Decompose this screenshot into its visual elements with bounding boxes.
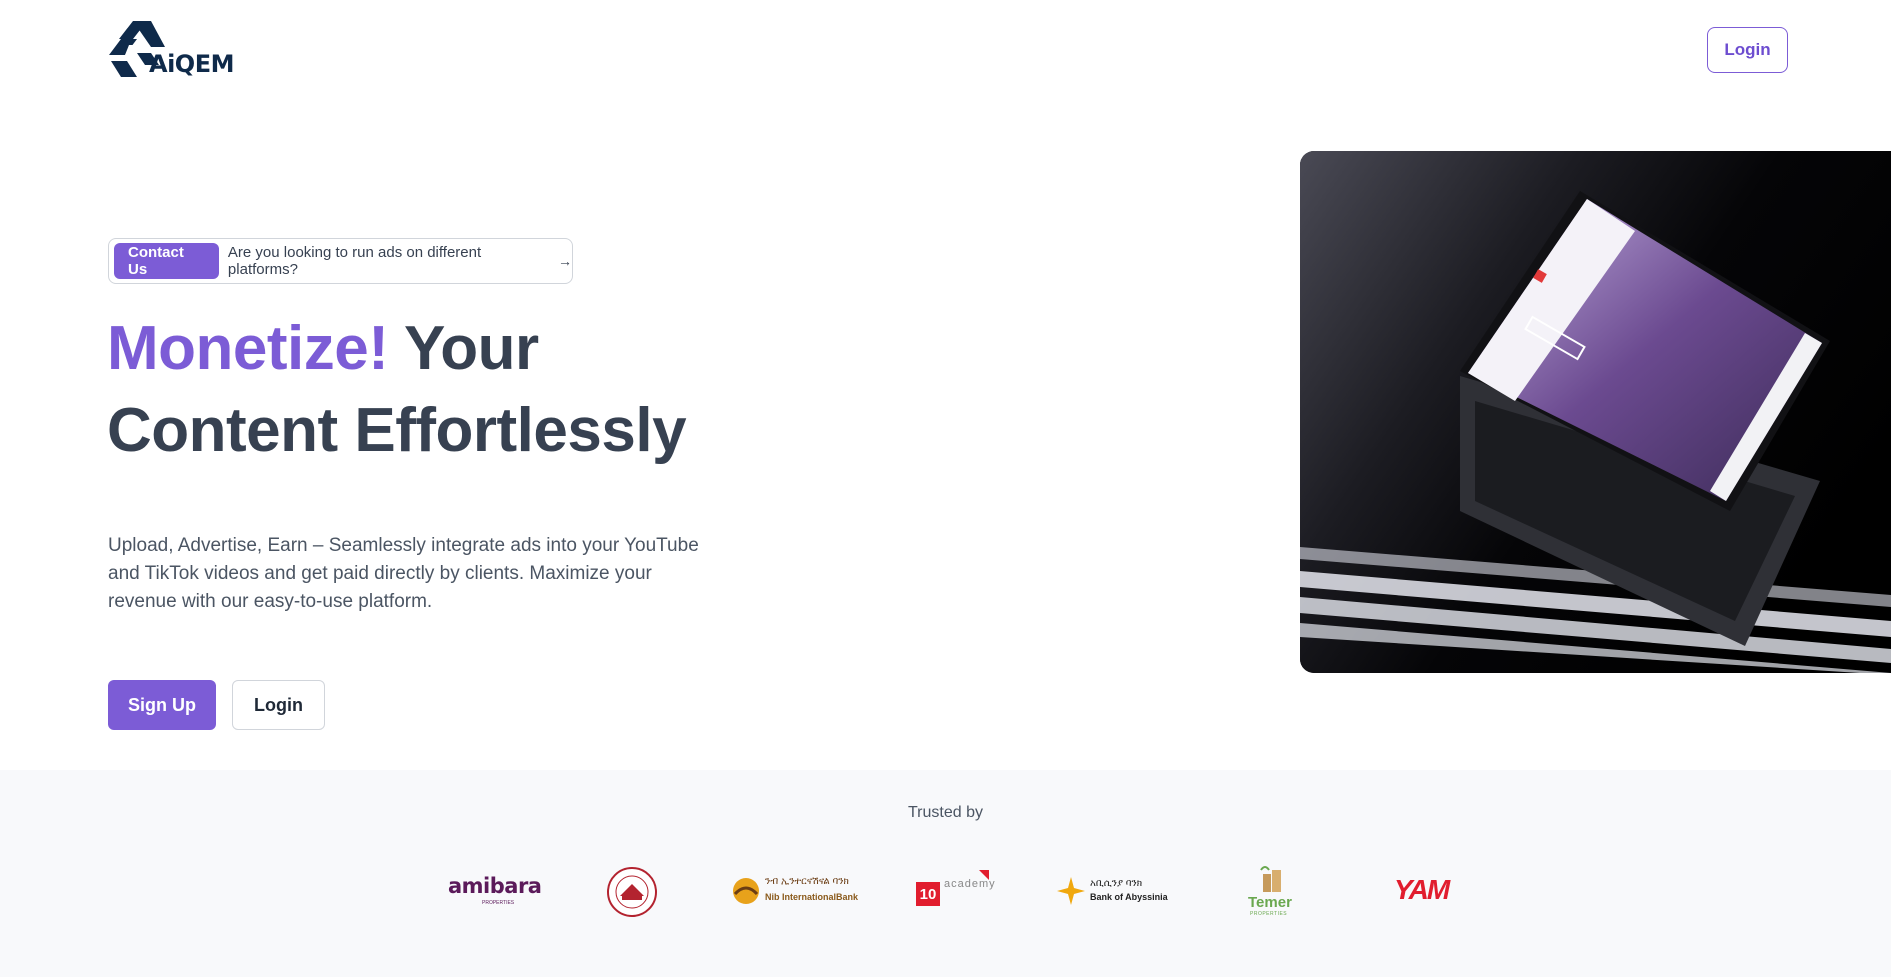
arrow-right-icon: →	[558, 253, 572, 269]
corner-flag-icon	[979, 870, 989, 880]
trusted-by-label: Trusted by	[908, 804, 983, 821]
contact-us-button[interactable]: Contact Us	[114, 243, 219, 279]
hero-headline: Monetize! Your Content Effortlessly	[107, 308, 747, 472]
contact-pill[interactable]: Contact Us Are you looking to run ads on…	[108, 238, 573, 284]
headline-line1-rest: Your	[388, 314, 539, 383]
trusted-by-section: Trusted by amibara PROPERTIES ንብ ኢንተርናሽና…	[0, 770, 1891, 977]
contact-pill-text: Are you looking to run ads on different …	[227, 244, 482, 278]
nib-icon	[733, 878, 759, 904]
seal-logo	[606, 866, 658, 918]
amibara-logo: amibara PROPERTIES	[448, 874, 542, 906]
abyssinia-bank-logo: አቢሲንያ ባንክ Bank of Abyssinia	[1056, 874, 1176, 908]
temer-building-icon	[1260, 866, 1281, 892]
abyssinia-star-icon	[1057, 877, 1085, 905]
laptop-illustration	[1300, 151, 1891, 673]
yam-logo: YAM	[1394, 874, 1450, 905]
brand-name: AiQEM	[149, 50, 234, 78]
signup-button[interactable]: Sign Up	[108, 680, 216, 730]
10-academy-logo: 10 academy	[916, 870, 995, 906]
brand-logo[interactable]: AiQEM	[107, 17, 239, 83]
temer-properties-logo: Temer PROPERTIES	[1248, 864, 1296, 918]
hero-login-button[interactable]: Login	[232, 680, 325, 730]
hero-section: Contact Us Are you looking to run ads on…	[0, 100, 1891, 770]
headline-line2: Content Effortlessly	[107, 396, 687, 465]
headline-accent: Monetize!	[107, 314, 389, 383]
site-header: AiQEM Login	[0, 0, 1891, 100]
nib-bank-logo: ንብ ኢንተርናሽናል ባንክ Nib InternationalBank	[731, 874, 858, 908]
seal-icon	[607, 867, 657, 917]
hero-laptop-image	[1300, 151, 1891, 673]
hero-description: Upload, Advertise, Earn – Seamlessly int…	[108, 535, 699, 612]
header-login-button[interactable]: Login	[1707, 27, 1788, 73]
